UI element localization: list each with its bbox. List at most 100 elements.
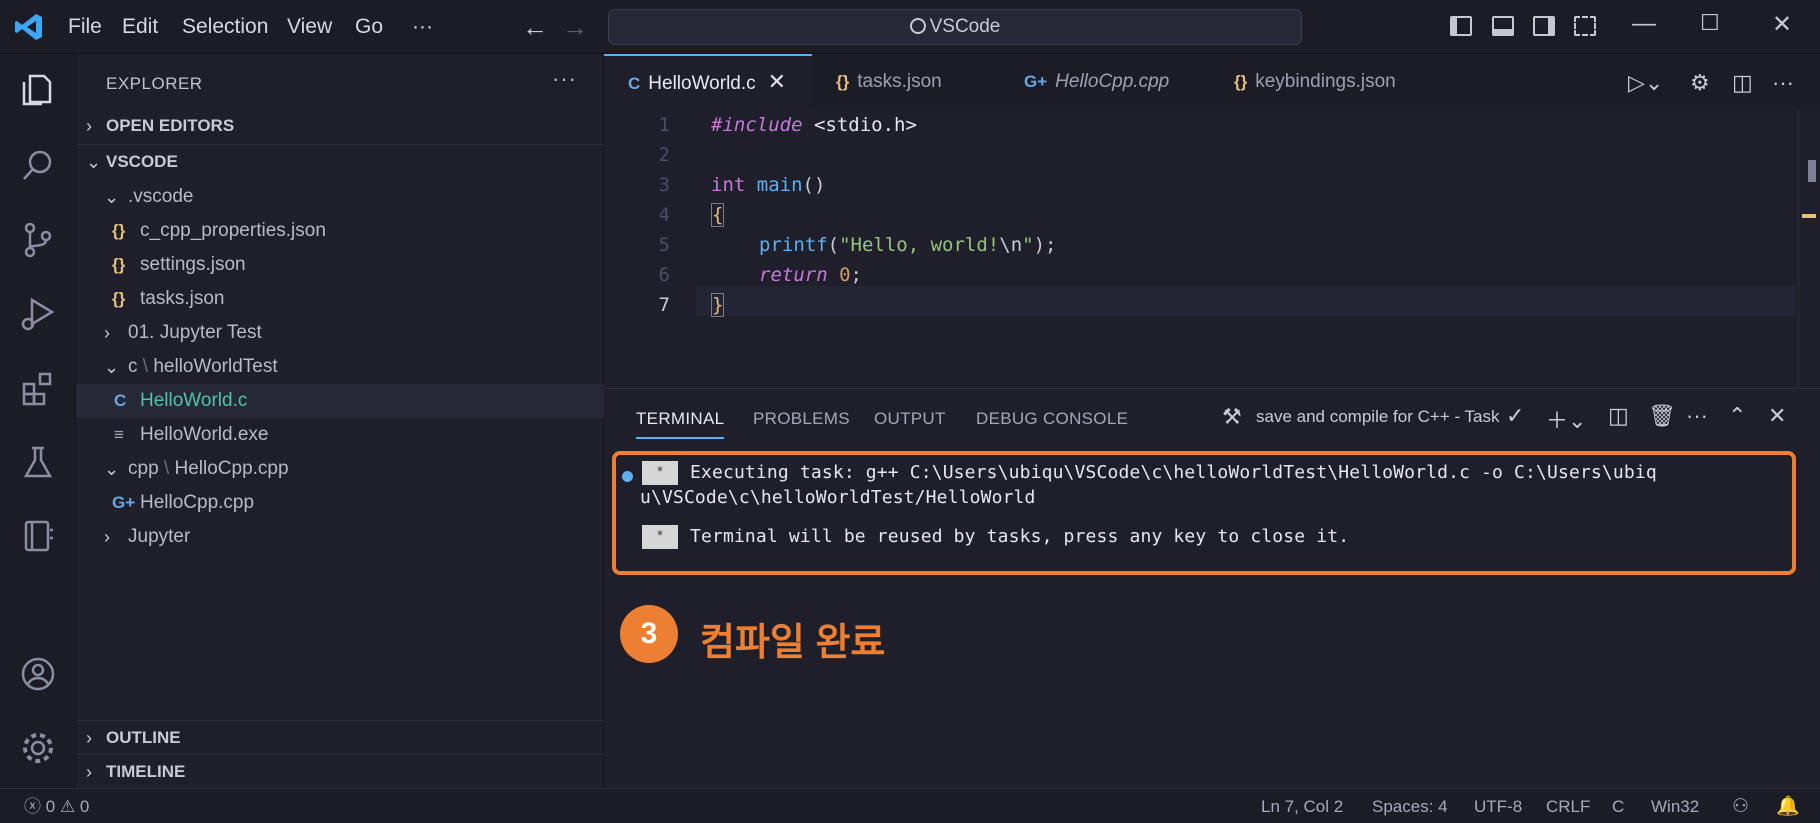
step-annotation-text: 컴파일 완료 [700, 622, 886, 664]
close-tab-icon[interactable]: ✕ [768, 69, 786, 94]
tree-label: tasks.json [140, 288, 225, 309]
tree-folder-cpp-hellocpp[interactable]: ⌄ cpp \ HelloCpp.cpp [76, 452, 604, 486]
tree-file-settings[interactable]: {} settings.json [76, 248, 604, 282]
json-file-icon: {} [112, 255, 126, 274]
kill-terminal-trash-icon[interactable]: 🗑 [1648, 403, 1676, 429]
tab-label: HelloWorld.c [648, 73, 756, 94]
token-escape: \n [999, 234, 1023, 256]
tree-folder-jupyter[interactable]: › Jupyter [76, 520, 604, 554]
new-terminal-icon[interactable]: ＋⌄ [1546, 403, 1586, 435]
task-selector[interactable]: save and compile for C++ - Task [1256, 407, 1499, 427]
run-debug-icon[interactable] [18, 294, 58, 334]
tab-helloworld-c[interactable]: C HelloWorld.c ✕ [604, 54, 812, 110]
platform[interactable]: Win32 [1651, 789, 1699, 823]
timeline-section[interactable]: › TIMELINE [76, 756, 604, 788]
encoding[interactable]: UTF-8 [1474, 789, 1522, 823]
tree-file-helloworld-c[interactable]: C HelloWorld.c [76, 384, 604, 418]
language-mode[interactable]: C [1612, 789, 1624, 823]
current-line-highlight [696, 286, 1796, 316]
editor-more-icon[interactable]: ··· [1772, 70, 1794, 96]
tab-keybindings-json[interactable]: {} keybindings.json [1234, 54, 1396, 110]
menu-file[interactable]: File [68, 0, 102, 54]
terminal-output-highlight[interactable]: * Executing task: g++ C:\Users\ubiqu\VSCo… [612, 451, 1796, 575]
code-editor[interactable]: 1 2 3 4 5 6 7 #include <stdio.h> int mai… [604, 110, 1820, 388]
search-activity-icon[interactable] [18, 146, 58, 186]
minimap-scrollbar[interactable] [1798, 110, 1818, 388]
json-file-icon: {} [1234, 72, 1248, 91]
search-icon [909, 18, 926, 34]
end-of-line[interactable]: CRLF [1546, 789, 1590, 823]
tree-file-hellocpp[interactable]: G+ HelloCpp.cpp [76, 486, 604, 520]
menu-go[interactable]: Go [355, 0, 383, 54]
toggle-panel-icon[interactable] [1492, 16, 1514, 36]
divider [76, 720, 604, 721]
maximize-panel-chevron-up-icon[interactable]: ⌃ [1728, 403, 1746, 429]
settings-gear-icon[interactable]: ⚙ [1690, 70, 1710, 96]
testing-flask-icon[interactable] [18, 442, 58, 482]
sidebar-more-button[interactable]: ··· [552, 66, 577, 92]
menu-more[interactable]: ··· [412, 0, 433, 54]
back-arrow-icon[interactable]: ← [522, 12, 548, 43]
panel-tab-output[interactable]: OUTPUT [874, 409, 946, 429]
bottom-panel: TERMINAL PROBLEMS OUTPUT DEBUG CONSOLE ⚒… [604, 388, 1820, 788]
customize-layout-icon[interactable] [1574, 16, 1596, 36]
manage-gear-icon[interactable] [18, 728, 58, 768]
tree-folder-c-helloworldtest[interactable]: ⌄ c \ helloWorldTest [76, 350, 604, 384]
toggle-primary-sidebar-icon[interactable] [1450, 16, 1472, 36]
feedback-icon[interactable]: ⚇ [1732, 789, 1749, 823]
toggle-secondary-sidebar-icon[interactable] [1533, 16, 1555, 36]
tree-folder-vscode[interactable]: ⌄ .vscode [76, 180, 604, 214]
accounts-icon[interactable] [18, 654, 58, 694]
outline-section[interactable]: › OUTLINE [76, 722, 604, 754]
run-file-icon[interactable]: ▷⌄ [1628, 70, 1663, 96]
command-center-label: VSCode [929, 16, 1001, 37]
token-punctuation: ; [850, 264, 862, 286]
panel-tab-problems[interactable]: PROBLEMS [753, 409, 850, 429]
source-control-icon[interactable] [18, 220, 58, 260]
chevron-down-icon: ⌄ [104, 459, 120, 479]
tree-file-c-cpp-properties[interactable]: {} c_cpp_properties.json [76, 214, 604, 248]
open-editors-section[interactable]: › OPEN EDITORS [76, 110, 604, 142]
panel-more-icon[interactable]: ··· [1686, 403, 1708, 429]
tree-label: HelloWorld.c [140, 390, 248, 411]
panel-tab-debug-console[interactable]: DEBUG CONSOLE [976, 409, 1128, 429]
tab-tasks-json[interactable]: {} tasks.json [836, 54, 942, 110]
notifications-bell-icon[interactable]: 🔔 [1776, 789, 1800, 823]
extensions-icon[interactable] [18, 368, 58, 408]
panel-tab-terminal[interactable]: TERMINAL [636, 409, 725, 439]
close-panel-icon[interactable]: ✕ [1768, 403, 1786, 429]
close-window-icon[interactable]: ✕ [1772, 10, 1792, 39]
token-paren: ( [827, 234, 840, 256]
menu-edit[interactable]: Edit [122, 0, 158, 54]
minimize-icon[interactable]: — [1632, 10, 1656, 38]
chevron-down-icon: ⌄ [86, 152, 102, 172]
notebook-icon[interactable] [18, 516, 58, 556]
tab-label: keybindings.json [1255, 71, 1396, 92]
menu-view[interactable]: View [287, 0, 332, 54]
cursor-position[interactable]: Ln 7, Col 2 [1261, 789, 1343, 823]
editor-tab-bar: C HelloWorld.c ✕ {} tasks.json G+ HelloCpp.c… [604, 54, 1820, 110]
problems-status[interactable]: ⓧ 0 ⚠ 0 [24, 789, 89, 823]
error-count: 0 [45, 797, 56, 816]
check-icon[interactable]: ✓ [1506, 403, 1524, 429]
menu-selection[interactable]: Selection [182, 0, 268, 54]
split-editor-icon[interactable]: ◫ [1732, 70, 1753, 96]
token-string: " [1022, 234, 1034, 256]
divider [76, 754, 604, 755]
tab-hellocpp[interactable]: G+ HelloCpp.cpp [1024, 54, 1169, 110]
chevron-right-icon: › [104, 527, 110, 547]
tree-file-helloworld-exe[interactable]: ≡ HelloWorld.exe [76, 418, 604, 452]
maximize-icon[interactable]: ☐ [1700, 10, 1720, 36]
tab-label: tasks.json [857, 71, 942, 92]
tree-folder-jupyter-test[interactable]: › 01. Jupyter Test [76, 316, 604, 350]
chevron-down-icon: ⌄ [104, 187, 120, 207]
explorer-icon[interactable] [18, 70, 58, 110]
command-center-search[interactable]: VSCode [608, 9, 1302, 45]
forward-arrow-icon[interactable]: → [562, 12, 588, 43]
split-terminal-icon[interactable]: ◫ [1608, 403, 1629, 429]
tree-file-tasks[interactable]: {} tasks.json [76, 282, 604, 316]
vscode-root-section[interactable]: ⌄ VSCODE [76, 146, 604, 178]
scrollbar-thumb[interactable] [1808, 160, 1816, 182]
status-bar: ⓧ 0 ⚠ 0 Ln 7, Col 2 Spaces: 4 UTF-8 CRLF… [0, 788, 1820, 823]
indentation[interactable]: Spaces: 4 [1372, 789, 1448, 823]
